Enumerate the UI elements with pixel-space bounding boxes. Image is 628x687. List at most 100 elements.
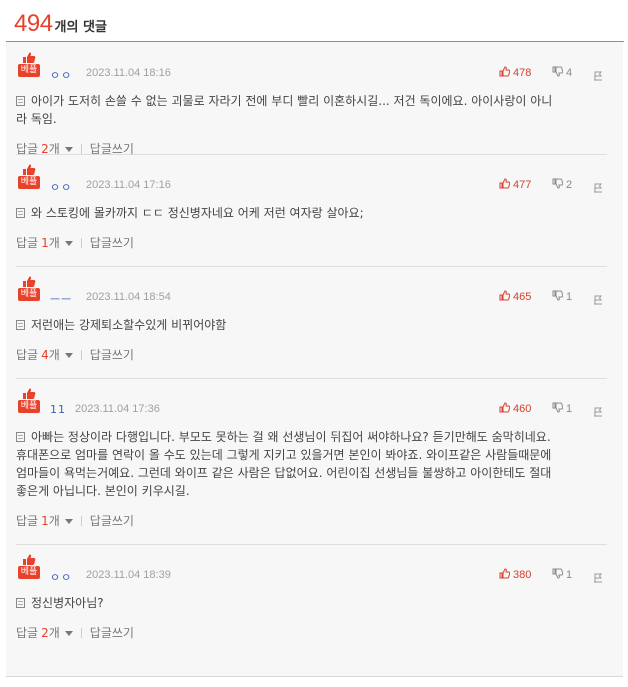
reply-toggle[interactable]: 답글 4개	[16, 346, 73, 363]
comment-author[interactable]: 11	[50, 403, 66, 416]
reply-label: 답글	[16, 348, 39, 362]
like-button[interactable]: 380	[499, 568, 531, 582]
caret-down-icon	[64, 519, 73, 524]
comment-author[interactable]: ㅇㅇ	[50, 67, 72, 83]
reply-label: 답글	[16, 236, 39, 250]
thumbs-up-icon	[499, 568, 513, 582]
thumbs-up-icon	[499, 66, 513, 80]
comment-meta: 베플 ㅇㅇ 2023.11.04 17:16 477 2	[16, 164, 607, 198]
dislike-button[interactable]: 1	[552, 290, 572, 304]
comment-line: 저런애는 강제퇴소할수있게 비뀌어야함	[16, 316, 596, 334]
caret-down-icon	[64, 147, 73, 152]
comment-section: 494 개의 댓글 베플 ㅇㅇ 2023.11.04 18:16 478 4 아…	[0, 0, 628, 687]
comment-body: 정신병자아님?	[16, 594, 596, 612]
best-label: 베플	[18, 566, 40, 579]
best-label: 베플	[18, 64, 40, 77]
report-flag-icon[interactable]	[593, 290, 603, 309]
thumbs-down-icon	[552, 402, 566, 416]
reply-unit: 개	[48, 514, 60, 528]
reply-toggle[interactable]: 답글 1개	[16, 512, 73, 529]
comment-actions: 답글 1개 답글쓰기	[16, 512, 134, 529]
reply-unit: 개	[48, 626, 60, 640]
comment-line: 엄마들이 욕먹는거예요. 그런데 와이프 같은 사람은 답없어요. 어린이집 선…	[16, 466, 552, 480]
report-flag-icon[interactable]	[593, 402, 603, 421]
dislike-button[interactable]: 1	[552, 568, 572, 582]
comment-meta: 베플 ㅇㅇ 2023.11.04 18:39 380 1	[16, 554, 607, 588]
dislike-count: 1	[566, 569, 573, 581]
action-divider	[80, 143, 82, 154]
best-badge: 베플	[18, 276, 40, 301]
thumbs-down-icon	[552, 178, 566, 192]
action-divider	[80, 515, 82, 526]
comment-meta: 베플 ㅇㅇ 2023.11.04 18:16 478 4	[16, 52, 607, 86]
comment-line: 라 독임.	[16, 112, 57, 126]
caret-down-icon	[64, 241, 73, 246]
like-button[interactable]: 460	[499, 402, 531, 416]
dislike-button[interactable]: 2	[552, 178, 572, 192]
document-icon	[16, 208, 25, 218]
reply-count: 1	[41, 513, 49, 528]
comment-meta: 베플 ㅡㅡ 2023.11.04 18:54 465 1	[16, 276, 607, 310]
comment-divider	[16, 154, 607, 155]
comment-divider	[16, 266, 607, 267]
comment-body: 저런애는 강제퇴소할수있게 비뀌어야함	[16, 316, 596, 334]
like-count: 478	[513, 67, 532, 79]
reply-toggle[interactable]: 답글 2개	[16, 624, 73, 641]
thumbs-down-icon	[552, 568, 566, 582]
comment-line: 아빠는 정상이라 다행입니다. 부모도 못하는 걸 왜 선생님이 뒤집어 써야하…	[16, 428, 596, 446]
thumbs-up-icon	[499, 178, 513, 192]
write-reply-button[interactable]: 답글쓰기	[90, 512, 134, 529]
write-reply-button[interactable]: 답글쓰기	[90, 234, 134, 251]
like-count: 380	[513, 569, 532, 581]
best-label: 베플	[18, 288, 40, 301]
like-button[interactable]: 478	[499, 66, 531, 80]
reply-count: 1	[41, 235, 49, 250]
best-badge: 베플	[18, 52, 40, 77]
comment-line: 휴대폰으로 엄마를 연락이 올 수도 있는데 그렇게 지키고 있을거면 본인이 …	[16, 448, 552, 462]
reply-toggle[interactable]: 답글 1개	[16, 234, 73, 251]
thumbs-down-icon	[552, 66, 566, 80]
like-button[interactable]: 477	[499, 178, 531, 192]
document-icon	[16, 96, 25, 106]
comment-date: 2023.11.04 18:54	[86, 291, 171, 303]
comment-author[interactable]: ㅡㅡ	[50, 291, 72, 307]
document-icon	[16, 432, 25, 442]
comment-actions: 답글 1개 답글쓰기	[16, 234, 134, 251]
comment-author[interactable]: ㅇㅇ	[50, 179, 72, 195]
comment-line: 좋은게 아닙니다. 본인이 키우시길.	[16, 484, 190, 498]
dislike-count: 1	[566, 291, 573, 303]
reply-count: 2	[41, 625, 49, 640]
document-icon	[16, 598, 25, 608]
comment-body: 와 스토킹에 몰카까지 ㄷㄷ 정신병자네요 어케 저런 여자랑 살아요;	[16, 204, 596, 222]
best-badge: 베플	[18, 388, 40, 413]
comment-date: 2023.11.04 17:16	[86, 179, 171, 191]
comment-actions: 답글 4개 답글쓰기	[16, 346, 134, 363]
action-divider	[80, 627, 82, 638]
report-flag-icon[interactable]	[593, 178, 603, 197]
report-flag-icon[interactable]	[593, 568, 603, 587]
comment-meta: 베플 11 2023.11.04 17:36 460 1	[16, 388, 607, 422]
dislike-button[interactable]: 4	[552, 66, 572, 80]
comment-line: 와 스토킹에 몰카까지 ㄷㄷ 정신병자네요 어케 저런 여자랑 살아요;	[16, 204, 596, 222]
thumbs-up-icon	[499, 402, 513, 416]
write-reply-button[interactable]: 답글쓰기	[90, 346, 134, 363]
reply-unit: 개	[48, 236, 60, 250]
reply-label: 답글	[16, 514, 39, 528]
comment-divider	[16, 378, 607, 379]
comment-divider	[16, 544, 607, 545]
comment-count: 494	[14, 10, 53, 37]
document-icon	[16, 320, 25, 330]
dislike-button[interactable]: 1	[552, 402, 572, 416]
comment-header: 494 개의 댓글	[14, 10, 107, 40]
write-reply-button[interactable]: 답글쓰기	[90, 624, 134, 641]
like-button[interactable]: 465	[499, 290, 531, 304]
action-divider	[80, 349, 82, 360]
dislike-count: 2	[566, 179, 573, 191]
comment-date: 2023.11.04 17:36	[75, 403, 160, 415]
thumbs-up-icon	[499, 290, 513, 304]
comment-author[interactable]: ㅇㅇ	[50, 569, 72, 585]
report-flag-icon[interactable]	[593, 66, 603, 85]
action-divider	[80, 237, 82, 248]
thumbs-down-icon	[552, 290, 566, 304]
reply-count: 4	[41, 347, 49, 362]
